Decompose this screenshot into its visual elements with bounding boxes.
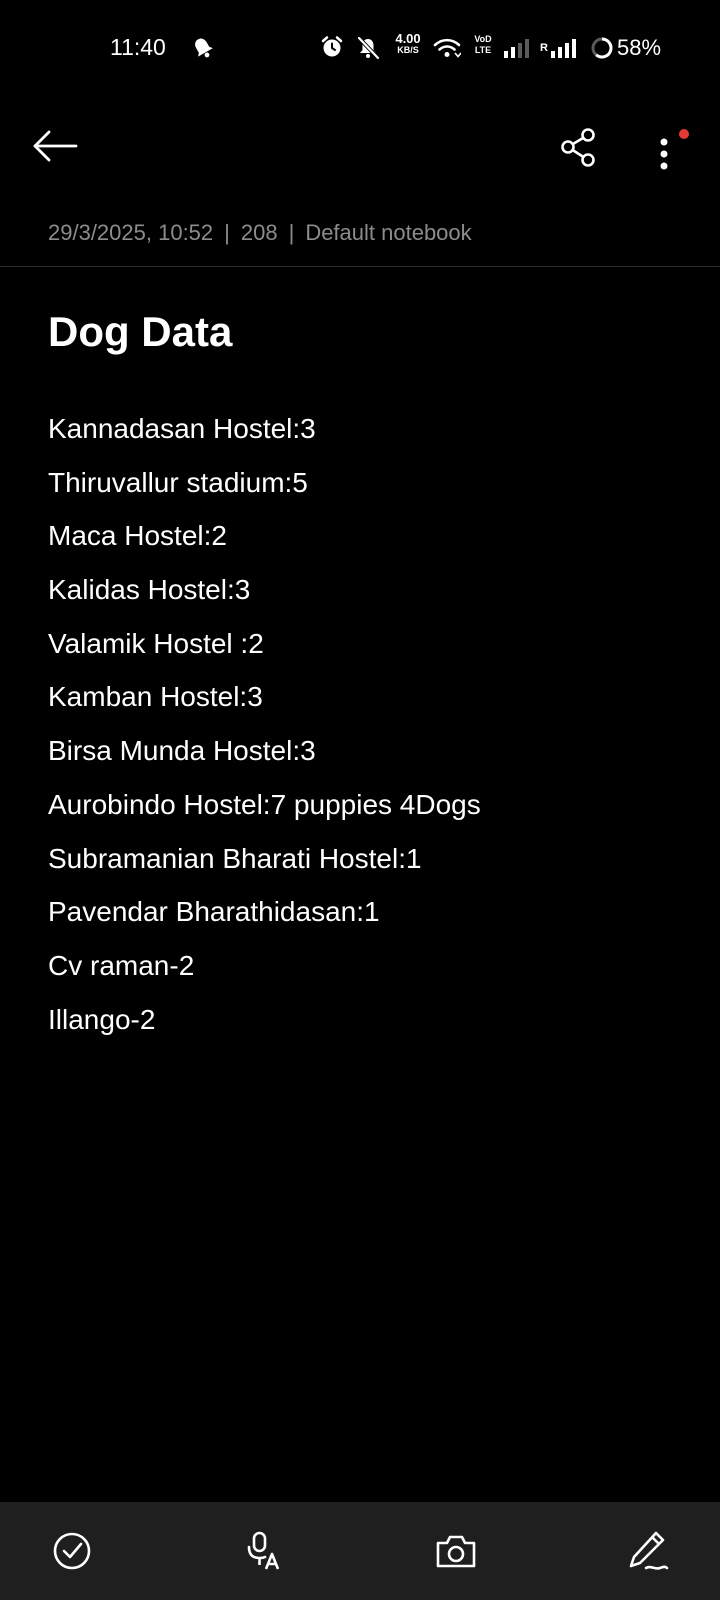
note-char-count: 208: [240, 220, 278, 245]
note-body[interactable]: Kannadasan Hostel:3 Thiruvallur stadium:…: [48, 402, 688, 1046]
divider: [0, 266, 720, 267]
notebook-name[interactable]: Default notebook: [305, 220, 471, 245]
network-speed-value: 4.00: [395, 31, 421, 46]
note-line[interactable]: Cv raman-2: [48, 939, 688, 993]
checkbox-check-icon: [53, 1532, 91, 1570]
note-line[interactable]: Thiruvallur stadium:5: [48, 456, 688, 510]
meta-separator: |: [224, 220, 230, 245]
wifi-icon: [433, 38, 461, 58]
draw-button[interactable]: [622, 1526, 672, 1576]
note-line[interactable]: Kannadasan Hostel:3: [48, 402, 688, 456]
battery-percent: 58%: [617, 35, 662, 60]
pen-draw-icon: [629, 1531, 669, 1570]
alarm-icon: [321, 36, 343, 57]
mute-icon: [357, 36, 380, 60]
battery-ring-icon: [591, 37, 613, 59]
more-vertical-icon[interactable]: [648, 126, 694, 176]
signal-roaming-icon: [551, 39, 576, 58]
checklist-button[interactable]: [47, 1526, 97, 1576]
meta-separator: |: [288, 220, 295, 245]
share-icon[interactable]: [557, 126, 599, 170]
bottom-action-bar: [0, 1502, 720, 1600]
network-speed-unit: KB/S: [397, 45, 419, 55]
voice-to-text-icon: [247, 1531, 280, 1570]
volte-label-bottom: LTE: [474, 45, 492, 55]
volte-indicator: VoD LTE: [468, 34, 498, 56]
note-date: 29/3/2025, 10:52: [48, 220, 214, 245]
note-line[interactable]: Pavendar Bharathidasan:1: [48, 885, 688, 939]
volte-label-top: VoD: [474, 34, 492, 44]
back-arrow-icon[interactable]: [30, 126, 80, 166]
note-line[interactable]: Illango-2: [48, 993, 688, 1047]
roaming-indicator: R: [540, 42, 548, 54]
note-toolbar: [0, 110, 720, 190]
note-line[interactable]: Aurobindo Hostel:7 puppies 4Dogs: [48, 778, 688, 832]
note-line[interactable]: Kamban Hostel:3: [48, 670, 688, 724]
signal-icon: [504, 39, 529, 58]
network-speed: 4.00 KB/S: [390, 32, 426, 55]
status-bar: 11:40 4.00 KB/S VoD LTE R 58%: [0, 0, 720, 96]
notification-bell-icon: [195, 38, 213, 58]
note-line[interactable]: Maca Hostel:2: [48, 509, 688, 563]
notification-dot: [679, 129, 689, 139]
note-title[interactable]: Dog Data: [48, 306, 232, 358]
note-line[interactable]: Subramanian Bharati Hostel:1: [48, 832, 688, 886]
note-meta: 29/3/2025, 10:52 | 208 | Default notebook: [48, 220, 472, 246]
status-time: 11:40: [110, 34, 166, 60]
camera-icon: [436, 1535, 476, 1568]
note-line[interactable]: Birsa Munda Hostel:3: [48, 724, 688, 778]
note-line[interactable]: Kalidas Hostel:3: [48, 563, 688, 617]
voice-to-text-button[interactable]: [239, 1526, 289, 1576]
note-line[interactable]: Valamik Hostel :2: [48, 617, 688, 671]
camera-button[interactable]: [431, 1526, 481, 1576]
